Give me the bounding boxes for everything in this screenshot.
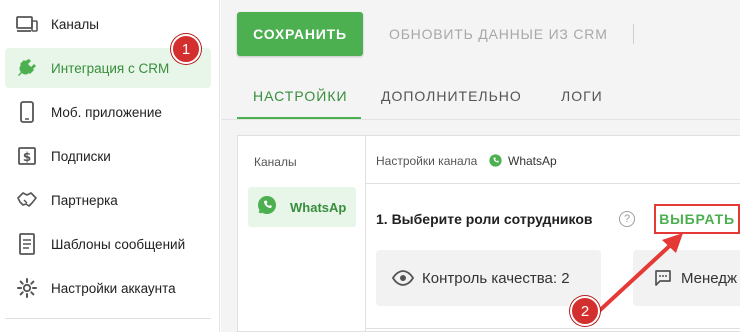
dollar-icon: $ — [15, 144, 39, 168]
plug-icon — [15, 56, 39, 80]
role-label: Менедж — [681, 269, 738, 287]
channel-settings-card: Каналы WhatsAp Настройки канала WhatsAp … — [237, 135, 740, 332]
channels-list: Каналы WhatsAp — [238, 136, 366, 332]
handshake-icon — [15, 188, 39, 212]
sidebar-item-label: Каналы — [51, 16, 99, 32]
refresh-from-crm-button[interactable]: ОБНОВИТЬ ДАННЫЕ ИЗ CRM — [389, 26, 608, 42]
sidebar-item-label: Партнерка — [51, 192, 118, 208]
whatsapp-icon — [256, 194, 278, 221]
sidebar-item-subscriptions[interactable]: $ Подписки — [5, 136, 211, 176]
channel-item-whatsapp[interactable]: WhatsAp — [248, 187, 356, 227]
main-panel: СОХРАНИТЬ ОБНОВИТЬ ДАННЫЕ ИЗ CRM НАСТРОЙ… — [221, 0, 740, 332]
role-card-quality-control[interactable]: Контроль качества: 2 — [376, 250, 601, 306]
sidebar-divider — [5, 318, 211, 319]
section-divider — [366, 328, 740, 329]
sidebar-item-partners[interactable]: Партнерка — [5, 180, 211, 220]
save-button[interactable]: СОХРАНИТЬ — [237, 12, 363, 56]
document-icon — [15, 232, 39, 256]
annotation-badge-1: 1 — [171, 34, 201, 64]
sidebar-item-label: Шаблоны сообщений — [51, 236, 186, 252]
channels-title: Каналы — [254, 155, 297, 169]
whatsapp-icon — [488, 153, 503, 173]
phone-icon — [15, 100, 39, 124]
help-icon[interactable]: ? — [619, 211, 635, 227]
chat-icon — [653, 268, 673, 288]
role-label: Контроль качества: 2 — [422, 269, 570, 287]
sidebar-item-message-templates[interactable]: Шаблоны сообщений — [5, 224, 211, 264]
annotation-badge-2: 2 — [570, 296, 600, 326]
tab-logs[interactable]: ЛОГИ — [561, 88, 603, 104]
sidebar-item-label: Настройки аккаунта — [51, 280, 176, 296]
channel-name: WhatsAp — [290, 199, 347, 215]
sidebar-item-label: Моб. приложение — [51, 104, 162, 120]
tab-additional[interactable]: ДОПОЛНИТЕЛЬНО — [381, 88, 522, 104]
role-card-manager[interactable]: Менедж — [633, 250, 740, 306]
tab-settings[interactable]: НАСТРОЙКИ — [253, 88, 348, 104]
sidebar-item-account-settings[interactable]: Настройки аккаунта — [5, 268, 211, 308]
eye-icon — [392, 270, 414, 286]
svg-text:$: $ — [23, 150, 31, 164]
choose-roles-button[interactable]: ВЫБРАТЬ — [654, 204, 740, 234]
step-title: 1. Выберите роли сотрудников — [376, 211, 593, 227]
sidebar-item-label: Подписки — [51, 148, 111, 164]
channel-settings-label: Настройки канала — [376, 154, 478, 168]
toolbar-divider — [633, 24, 634, 44]
channel-settings-header: Настройки канала WhatsAp — [366, 136, 740, 184]
gear-icon — [15, 276, 39, 300]
active-tab-indicator — [237, 117, 361, 119]
sidebar-item-mobile-app[interactable]: Моб. приложение — [5, 92, 211, 132]
channel-settings-name: WhatsAp — [508, 154, 557, 168]
devices-icon — [15, 12, 39, 36]
tabs-border — [221, 119, 740, 120]
sidebar-item-label: Интеграция с CRM — [51, 60, 170, 76]
